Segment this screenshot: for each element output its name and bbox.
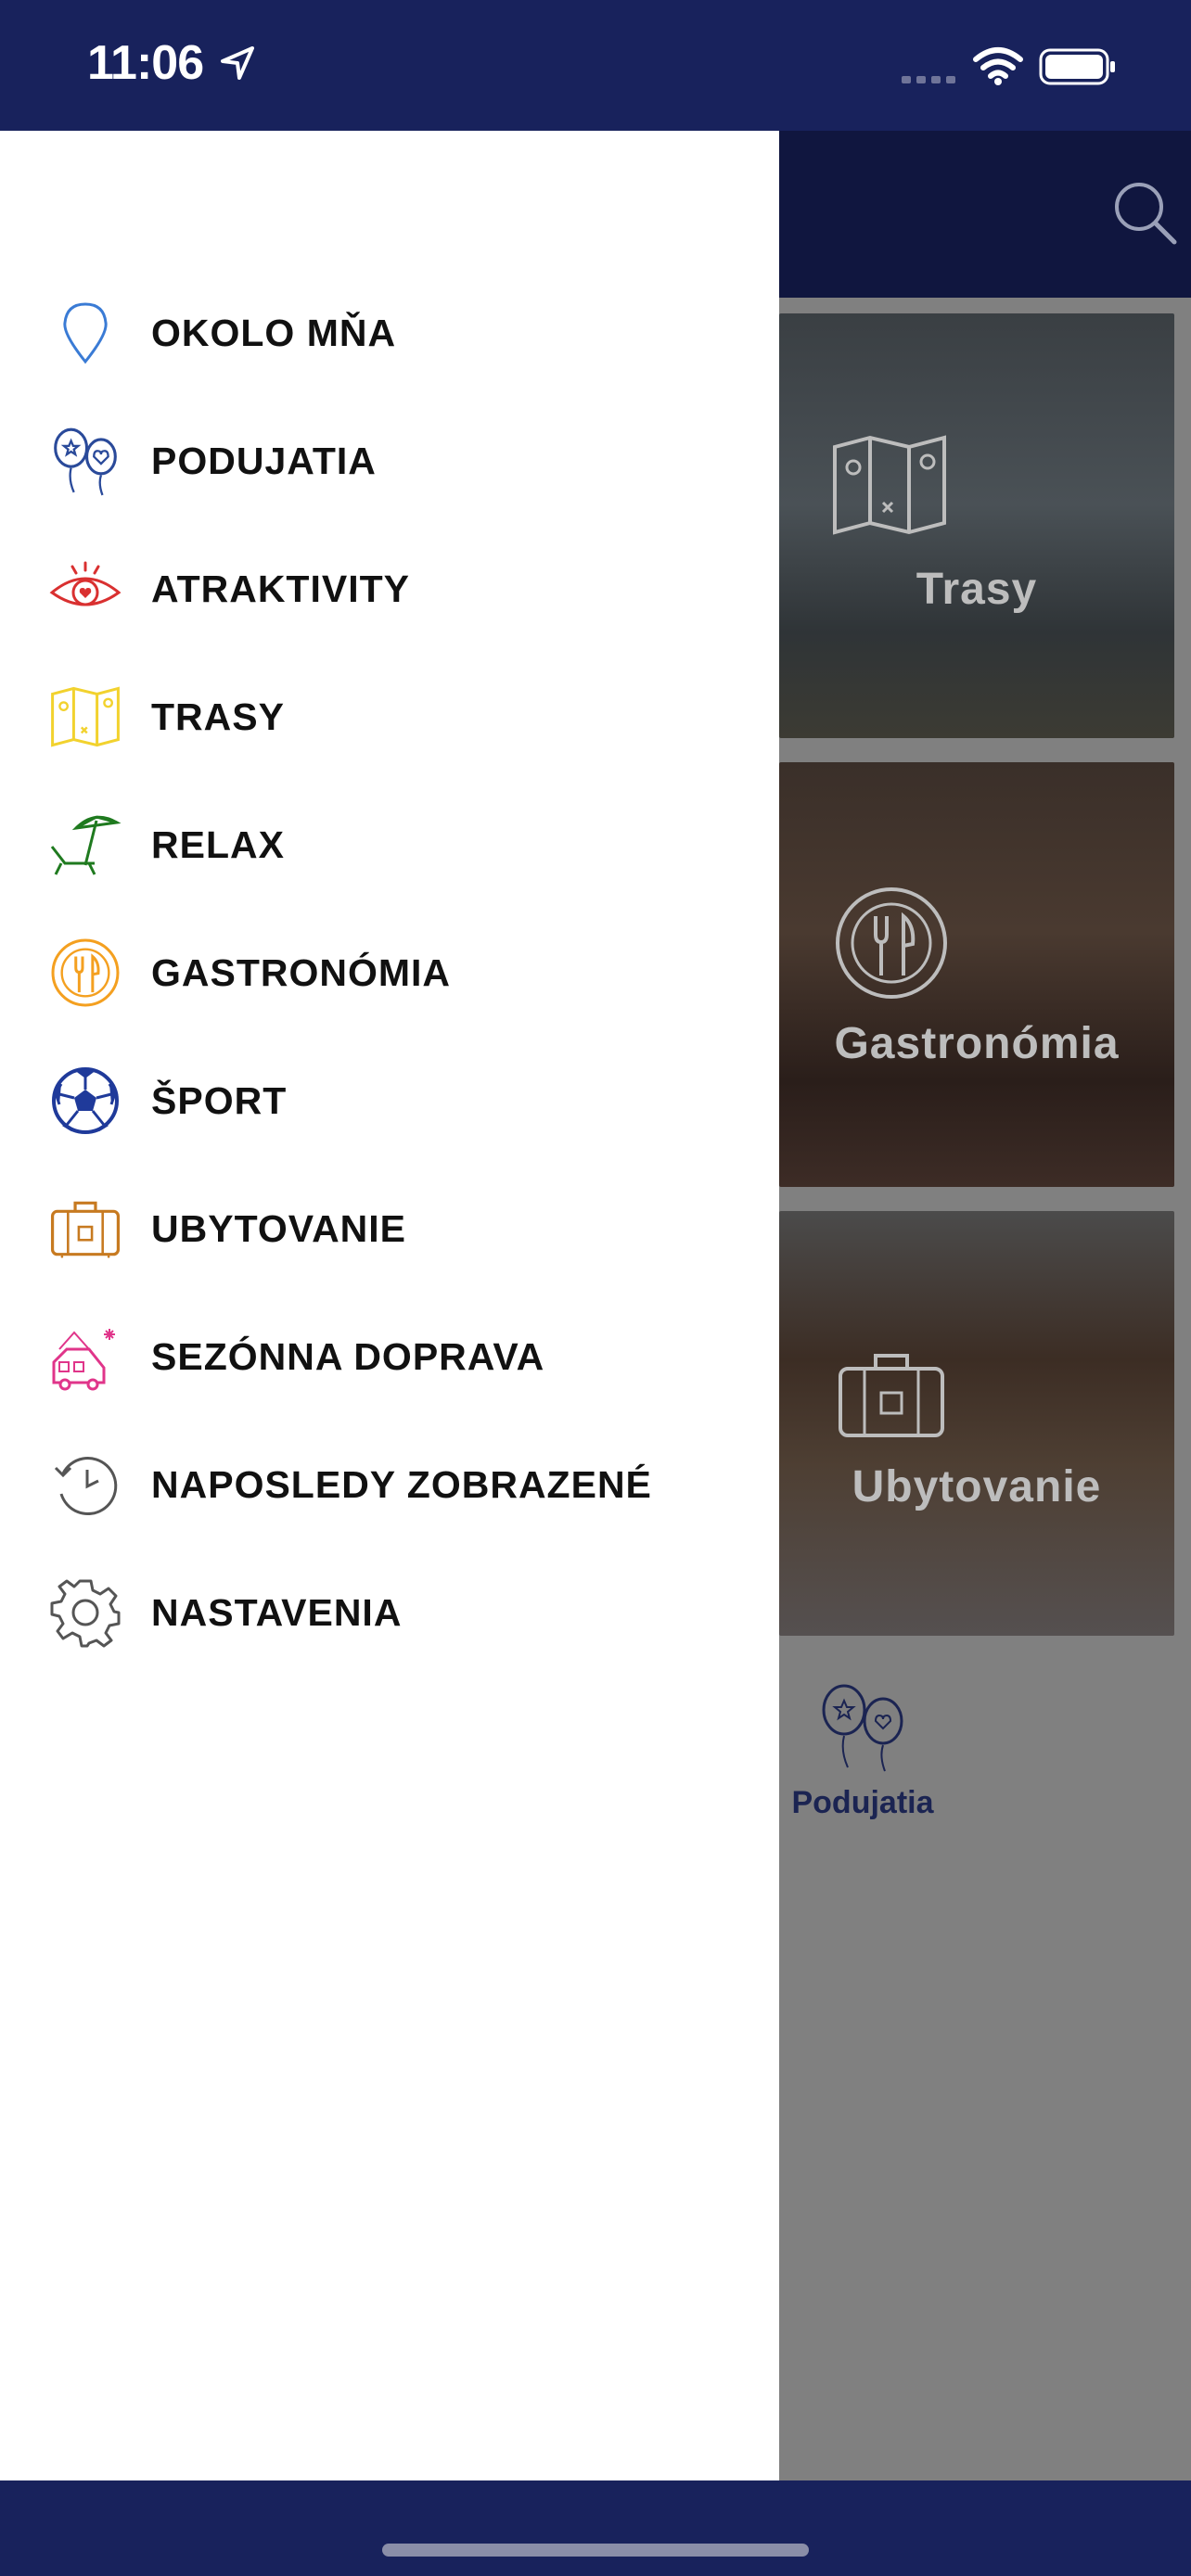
menu-label: SEZÓNNA DOPRAVA bbox=[151, 1334, 545, 1378]
menu-label: RELAX bbox=[151, 823, 285, 866]
menu-label: OKOLO MŇA bbox=[151, 311, 397, 354]
menu-label: UBYTOVANIE bbox=[151, 1206, 407, 1250]
menu-label: NAPOSLEDY ZOBRAZENÉ bbox=[151, 1462, 652, 1506]
gear-icon bbox=[48, 1575, 122, 1650]
suitcase-icon bbox=[839, 1354, 944, 1437]
wifi-icon bbox=[973, 47, 1023, 85]
history-icon bbox=[48, 1447, 122, 1522]
menu-label: GASTRONÓMIA bbox=[151, 950, 452, 994]
suitcase-icon bbox=[48, 1192, 122, 1266]
balloons-icon bbox=[48, 424, 122, 498]
menu-label: ATRAKTIVITY bbox=[151, 567, 411, 610]
menu-item-naposledy-zobrazene[interactable]: NAPOSLEDY ZOBRAZENÉ bbox=[0, 1429, 779, 1540]
status-bar: 11:06 bbox=[0, 0, 1191, 131]
menu-item-relax[interactable]: RELAX bbox=[0, 789, 779, 900]
map-icon bbox=[833, 435, 946, 535]
app-header bbox=[779, 131, 1191, 298]
bus-icon bbox=[48, 1320, 122, 1394]
balloons-icon bbox=[822, 1684, 903, 1772]
map-icon bbox=[48, 680, 122, 754]
location-pin-icon bbox=[48, 296, 122, 370]
tile-trasy[interactable]: Trasy bbox=[779, 313, 1174, 738]
menu-item-okolo-mna[interactable]: OKOLO MŇA bbox=[0, 277, 779, 389]
menu-item-podujatia[interactable]: PODUJATIA bbox=[0, 405, 779, 516]
menu-item-trasy[interactable]: TRASY bbox=[0, 661, 779, 772]
tile-label: Ubytovanie bbox=[852, 1462, 1102, 1511]
tile-label: Gastronómia bbox=[834, 1019, 1120, 1068]
tile-label: Trasy bbox=[916, 565, 1038, 614]
status-time: 11:06 bbox=[87, 36, 204, 90]
eye-heart-icon bbox=[48, 552, 122, 626]
location-arrow-icon bbox=[221, 46, 254, 80]
menu-label: ŠPORT bbox=[151, 1078, 288, 1122]
home-indicator[interactable] bbox=[382, 2544, 809, 2557]
tile-ubytovanie[interactable]: Ubytovanie bbox=[779, 1211, 1174, 1636]
bg-podujatia-button[interactable]: Podujatia bbox=[779, 1678, 946, 1821]
menu-item-atraktivity[interactable]: ATRAKTIVITY bbox=[0, 533, 779, 644]
menu-item-ubytovanie[interactable]: UBYTOVANIE bbox=[0, 1173, 779, 1284]
menu-item-sezonna-doprava[interactable]: SEZÓNNA DOPRAVA bbox=[0, 1301, 779, 1412]
menu-item-sport[interactable]: ŠPORT bbox=[0, 1045, 779, 1156]
menu-item-gastronomia[interactable]: GASTRONÓMIA bbox=[0, 917, 779, 1028]
tile-gastronomia[interactable]: Gastronómia bbox=[779, 762, 1174, 1187]
side-drawer: OKOLO MŇA PODUJATIA ATRAKTIVITY TRASY RE… bbox=[0, 131, 779, 2480]
menu-label: NASTAVENIA bbox=[151, 1590, 403, 1634]
battery-icon bbox=[1039, 48, 1115, 85]
bg-podujatia-label: Podujatia bbox=[791, 1785, 934, 1820]
plate-cutlery-icon bbox=[836, 887, 947, 999]
cellular-signal-icon bbox=[902, 76, 955, 83]
menu-label: TRASY bbox=[151, 695, 285, 738]
menu-label: PODUJATIA bbox=[151, 439, 377, 482]
menu-item-nastavenia[interactable]: NASTAVENIA bbox=[0, 1557, 779, 1668]
bottom-bar bbox=[0, 2480, 1191, 2576]
soccer-ball-icon bbox=[48, 1064, 122, 1138]
search-icon[interactable] bbox=[1111, 179, 1178, 246]
plate-cutlery-icon bbox=[48, 936, 122, 1010]
beach-chair-icon bbox=[48, 808, 122, 882]
